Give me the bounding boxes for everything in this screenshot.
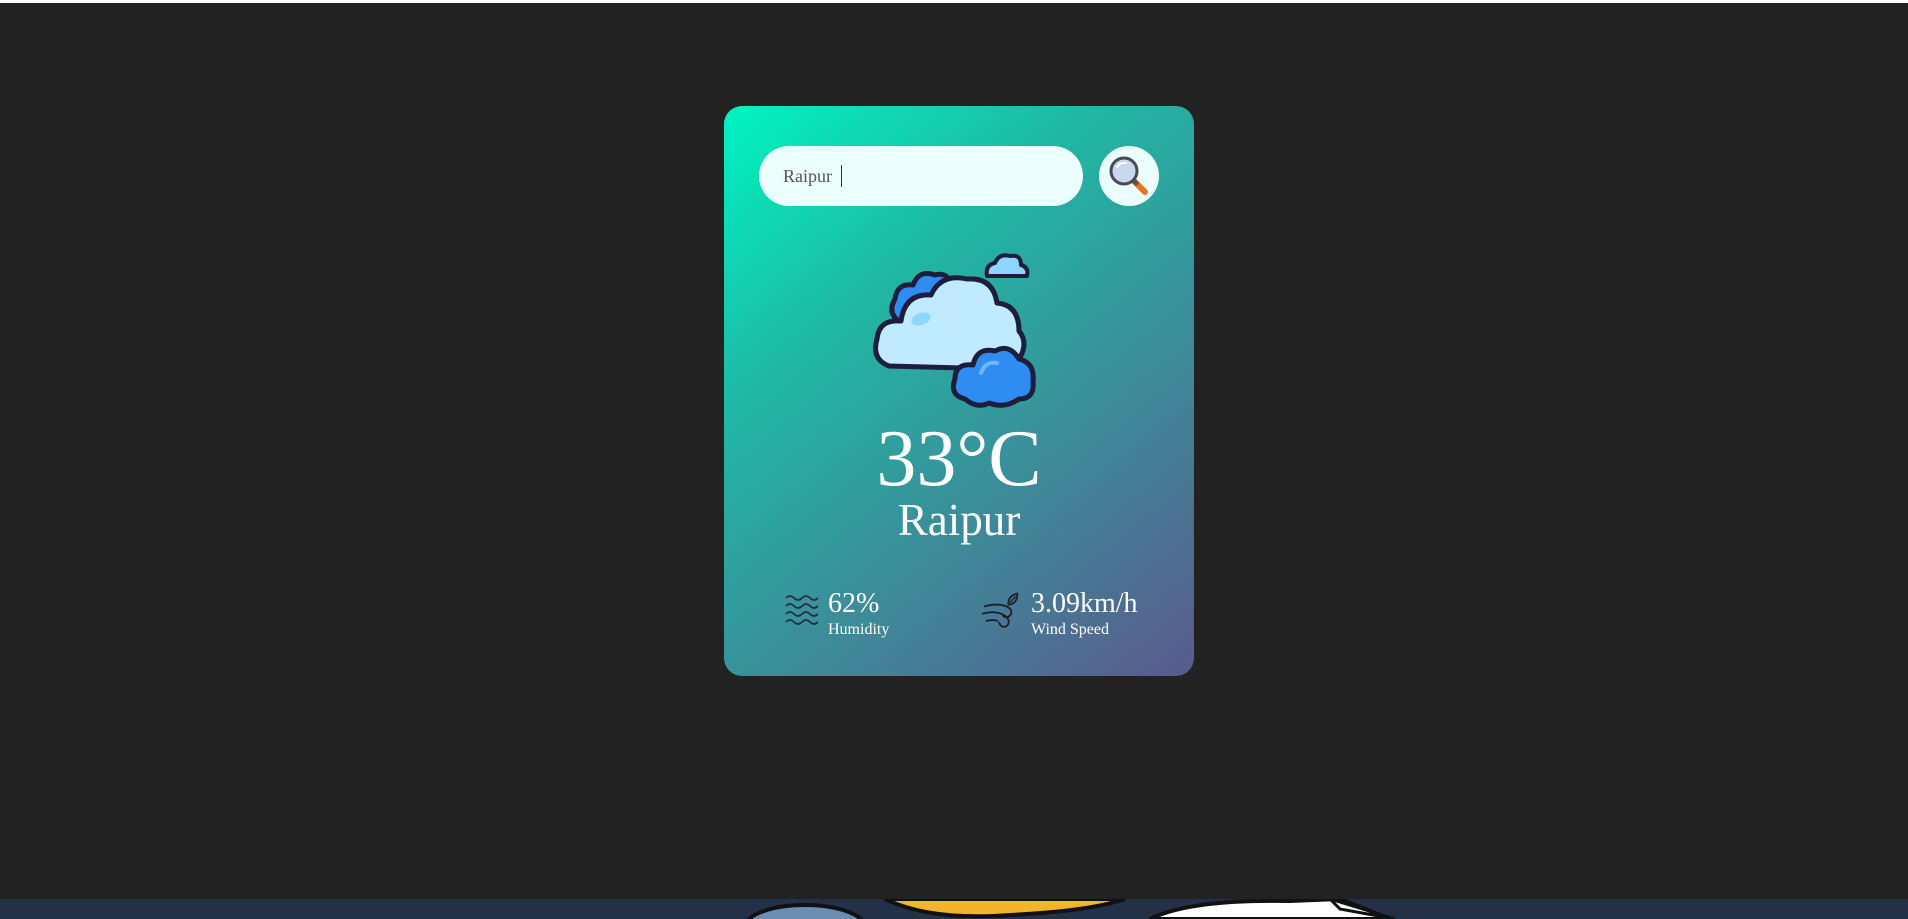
search-icon: [1109, 156, 1148, 195]
text-caret: [841, 165, 842, 187]
humidity-label: Humidity: [828, 621, 890, 638]
wind-speed-value: 3.09km/h: [1031, 588, 1138, 619]
background-artwork-strip: [0, 899, 1908, 919]
wind-icon: [981, 592, 1019, 628]
weather-card: 33°C Raipur 62% Humidity 3.09km/h Wind S…: [724, 106, 1194, 676]
background-artwork: [746, 899, 1396, 919]
search-bar: [759, 146, 1159, 206]
city-name: Raipur: [897, 495, 1021, 545]
humidity-waves-icon: [785, 595, 819, 625]
clouds-icon: [873, 253, 1036, 408]
wind-speed-label: Wind Speed: [1031, 621, 1110, 638]
page-background: 33°C Raipur 62% Humidity 3.09km/h Wind S…: [0, 3, 1908, 899]
city-search-input[interactable]: [759, 146, 1083, 206]
humidity-value: 62%: [828, 588, 880, 619]
search-button[interactable]: [1099, 146, 1159, 206]
